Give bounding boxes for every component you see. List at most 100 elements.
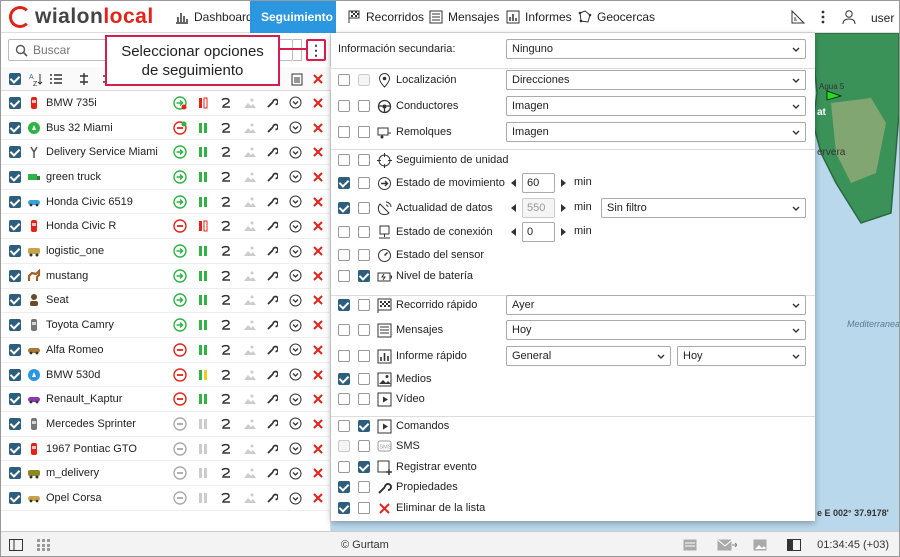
nav-dashboard[interactable]: Dashboard [169, 1, 259, 33]
chevron-circle-icon[interactable] [289, 245, 302, 258]
increment-icon[interactable] [561, 228, 566, 236]
delete-x-icon[interactable] [313, 369, 323, 380]
commands-icon[interactable] [220, 418, 232, 430]
commands-icon[interactable] [220, 344, 232, 356]
tracking-column-checkbox[interactable] [338, 177, 350, 189]
layout-icon[interactable] [787, 539, 801, 551]
unit-row[interactable]: Delivery Service Miami [1, 140, 331, 166]
user-icon[interactable] [841, 9, 857, 25]
tracking-column-checkbox[interactable] [338, 502, 350, 514]
chevron-circle-icon[interactable] [289, 294, 302, 307]
unit-list-checkbox[interactable] [358, 177, 370, 189]
more-vertical-icon[interactable] [815, 9, 831, 25]
unit-name[interactable]: logistic_one [46, 245, 104, 257]
tracking-column-checkbox[interactable] [338, 350, 350, 362]
minutes-input[interactable] [522, 222, 555, 242]
wrench-icon[interactable] [266, 492, 278, 504]
unit-checkbox[interactable] [9, 245, 21, 258]
chevron-circle-icon[interactable] [289, 442, 302, 455]
user-name[interactable]: user [871, 11, 894, 25]
chevron-circle-icon[interactable] [289, 393, 302, 406]
chevron-circle-icon[interactable] [289, 195, 302, 208]
select-all-checkbox[interactable] [9, 73, 21, 85]
unit-name[interactable]: Alfa Romeo [46, 344, 103, 356]
unit-checkbox[interactable] [9, 368, 21, 381]
tracking-column-checkbox[interactable] [338, 299, 350, 311]
menu-row-select[interactable]: Hoy [506, 320, 806, 340]
chevron-circle-icon[interactable] [289, 146, 302, 159]
unit-checkbox[interactable] [9, 294, 21, 307]
delete-x-icon[interactable] [313, 196, 323, 207]
wrench-icon[interactable] [266, 344, 278, 356]
delete-x-icon[interactable] [313, 295, 323, 306]
menu-row-select[interactable]: Imagen [506, 96, 806, 116]
unit-name[interactable]: Bus 32 Miami [46, 122, 113, 134]
unit-row[interactable]: m_delivery [1, 462, 331, 487]
chevron-circle-icon[interactable] [289, 96, 302, 109]
wrench-icon[interactable] [266, 467, 278, 479]
commands-icon[interactable] [220, 122, 232, 134]
ruler-icon[interactable] [790, 9, 806, 25]
minutes-input[interactable] [522, 198, 555, 218]
chevron-circle-icon[interactable] [289, 121, 302, 134]
unit-row[interactable]: Mercedes Sprinter [1, 412, 331, 437]
wialon-logo[interactable]: wialon local [9, 5, 154, 29]
unit-list-checkbox[interactable] [358, 481, 370, 493]
wrench-icon[interactable] [266, 97, 278, 109]
tracking-options-button[interactable]: ⋮ [306, 39, 326, 61]
tracking-column-checkbox[interactable] [338, 249, 350, 261]
unit-checkbox[interactable] [9, 417, 21, 430]
unit-list-checkbox[interactable] [358, 350, 370, 362]
unit-checkbox[interactable] [9, 393, 21, 406]
decrement-icon[interactable] [511, 179, 516, 187]
unit-row[interactable]: Honda Civic 6519 [1, 190, 331, 215]
unit-name[interactable]: Toyota Camry [46, 319, 114, 331]
unit-checkbox[interactable] [9, 319, 21, 332]
decrement-icon[interactable] [511, 228, 516, 236]
unit-name[interactable]: Renault_Kaptur [46, 393, 122, 405]
unit-name[interactable]: Honda Civic 6519 [46, 196, 133, 208]
search-button[interactable] [293, 39, 302, 61]
unit-row[interactable]: Seat [1, 289, 331, 314]
clipboard-icon[interactable] [290, 72, 304, 86]
unit-row[interactable]: mustang [1, 264, 331, 289]
group-icon[interactable] [77, 72, 91, 86]
tracking-column-checkbox[interactable] [338, 100, 350, 112]
tracking-column-checkbox[interactable] [338, 481, 350, 493]
unit-name[interactable]: Seat [46, 294, 69, 306]
chevron-circle-icon[interactable] [289, 368, 302, 381]
wrench-icon[interactable] [266, 270, 278, 282]
unit-checkbox[interactable] [9, 492, 21, 505]
unit-list-checkbox[interactable] [358, 440, 370, 452]
delete-x-icon[interactable] [313, 419, 323, 429]
unit-row[interactable]: 1967 Pontiac GTO [1, 437, 331, 462]
wrench-icon[interactable] [266, 245, 278, 257]
unit-row[interactable]: Toyota Camry [1, 313, 331, 338]
chevron-circle-icon[interactable] [289, 319, 302, 332]
delete-x-icon[interactable] [313, 147, 323, 157]
tracking-column-checkbox[interactable] [338, 461, 350, 473]
unit-row[interactable]: Bus 32 Miami [1, 116, 331, 141]
tracking-column-checkbox[interactable] [338, 154, 350, 166]
tracking-column-checkbox[interactable] [338, 202, 350, 214]
wrench-icon[interactable] [266, 369, 278, 381]
chevron-circle-icon[interactable] [289, 492, 302, 505]
unit-list-checkbox[interactable] [358, 373, 370, 385]
unit-row[interactable]: logistic_one [1, 239, 331, 264]
tracking-column-checkbox[interactable] [338, 373, 350, 385]
commands-icon[interactable] [220, 393, 232, 405]
wrench-icon[interactable] [266, 319, 278, 331]
chevron-circle-icon[interactable] [289, 467, 302, 480]
unit-name[interactable]: BMW 530d [46, 369, 100, 381]
commands-icon[interactable] [220, 319, 232, 331]
delete-x-icon[interactable] [313, 221, 323, 232]
unit-name[interactable]: Delivery Service Miami [46, 146, 158, 158]
commands-icon[interactable] [220, 171, 232, 183]
tracking-column-checkbox[interactable] [338, 393, 350, 405]
decrement-icon[interactable] [511, 204, 516, 212]
commands-icon[interactable] [220, 492, 232, 504]
unit-row[interactable]: Honda Civic R [1, 215, 331, 240]
menu-row-select[interactable]: Sin filtro [601, 198, 806, 218]
chevron-circle-icon[interactable] [289, 417, 302, 430]
commands-icon[interactable] [220, 97, 232, 109]
